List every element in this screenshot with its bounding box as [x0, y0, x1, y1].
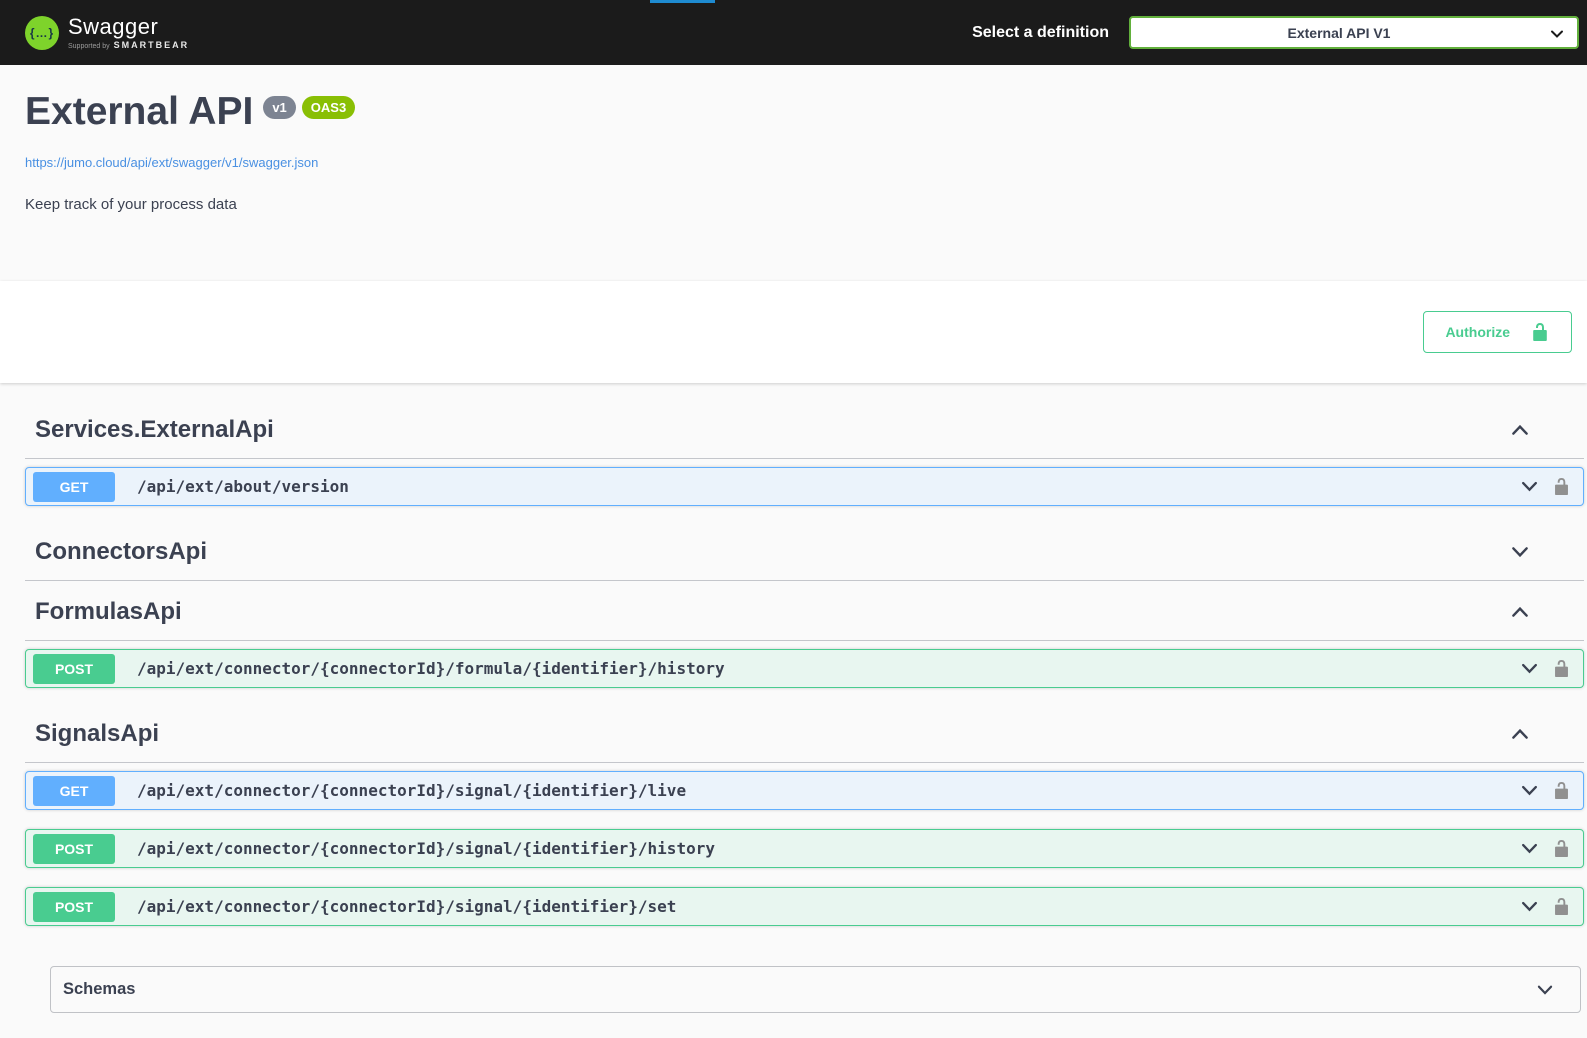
- schemas-section-header[interactable]: Schemas: [50, 966, 1581, 1013]
- unlocked-padlock-icon[interactable]: [1552, 781, 1571, 800]
- operation-row[interactable]: POST /api/ext/connector/{connectorId}/fo…: [25, 649, 1584, 688]
- unlocked-padlock-icon[interactable]: [1552, 897, 1571, 916]
- operation-path: /api/ext/connector/{connectorId}/signal/…: [137, 897, 1518, 916]
- tag-section: Services.ExternalApi GET /api/ext/about/…: [25, 403, 1584, 506]
- chevron-down-icon[interactable]: [1518, 895, 1541, 918]
- top-progress-strip: [650, 0, 715, 3]
- swagger-logo[interactable]: {…} Swagger Supported by SMARTBEAR: [25, 16, 189, 50]
- page-title: External API: [25, 91, 253, 134]
- api-description: Keep track of your process data: [25, 196, 1562, 213]
- operation-path: /api/ext/about/version: [137, 477, 1518, 496]
- operation-row[interactable]: GET /api/ext/connector/{connectorId}/sig…: [25, 771, 1584, 810]
- select-definition-label: Select a definition: [972, 24, 1109, 42]
- tag-section: FormulasApi POST /api/ext/connector/{con…: [25, 585, 1584, 688]
- chevron-up-icon[interactable]: [1508, 418, 1532, 442]
- operation-path: /api/ext/connector/{connectorId}/formula…: [137, 659, 1518, 678]
- authorize-button-label: Authorize: [1445, 324, 1510, 340]
- chevron-down-icon[interactable]: [1518, 475, 1541, 498]
- chevron-down-icon[interactable]: [1508, 540, 1532, 564]
- section-header-formulasapi[interactable]: FormulasApi: [25, 585, 1584, 641]
- chevron-down-icon[interactable]: [1518, 837, 1541, 860]
- section-header-connectorsapi[interactable]: ConnectorsApi: [25, 525, 1584, 581]
- definition-select[interactable]: External API V1: [1129, 16, 1579, 49]
- chevron-down-icon[interactable]: [1518, 657, 1541, 680]
- section-title: SignalsApi: [35, 719, 159, 749]
- spec-url-link[interactable]: https://jumo.cloud/api/ext/swagger/v1/sw…: [25, 155, 318, 170]
- smartbear-brand: SMARTBEAR: [114, 41, 190, 50]
- operation-row[interactable]: POST /api/ext/connector/{connectorId}/si…: [25, 887, 1584, 926]
- http-method-badge: GET: [33, 776, 115, 806]
- section-title: Services.ExternalApi: [35, 415, 274, 445]
- unlocked-padlock-icon[interactable]: [1552, 659, 1571, 678]
- chevron-down-icon: [1547, 24, 1567, 49]
- tag-section: SignalsApi GET /api/ext/connector/{conne…: [25, 707, 1584, 926]
- unlocked-padlock-icon[interactable]: [1552, 839, 1571, 858]
- schemas-title: Schemas: [63, 980, 135, 999]
- chevron-up-icon[interactable]: [1508, 722, 1532, 746]
- operation-path: /api/ext/connector/{connectorId}/signal/…: [137, 839, 1518, 858]
- unlocked-padlock-icon[interactable]: [1552, 477, 1571, 496]
- http-method-badge: POST: [33, 654, 115, 684]
- swagger-logo-icon: {…}: [25, 16, 59, 50]
- operation-row[interactable]: POST /api/ext/connector/{connectorId}/si…: [25, 829, 1584, 868]
- version-badge: v1: [263, 96, 295, 119]
- scheme-container: Authorize: [0, 281, 1587, 383]
- chevron-up-icon[interactable]: [1508, 600, 1532, 624]
- section-title: FormulasApi: [35, 597, 182, 627]
- operations-area: Services.ExternalApi GET /api/ext/about/…: [0, 383, 1587, 1013]
- operation-path: /api/ext/connector/{connectorId}/signal/…: [137, 781, 1518, 800]
- chevron-down-icon[interactable]: [1518, 779, 1541, 802]
- authorize-button[interactable]: Authorize: [1423, 311, 1572, 353]
- topbar: {…} Swagger Supported by SMARTBEAR Selec…: [0, 0, 1587, 65]
- tag-section: ConnectorsApi: [25, 525, 1584, 581]
- logo-braces-glyph: {…}: [30, 26, 54, 40]
- definition-selected-value: External API V1: [1288, 25, 1421, 41]
- chevron-down-icon[interactable]: [1534, 979, 1556, 1001]
- supported-by-label: Supported by: [68, 43, 110, 50]
- unlocked-padlock-icon: [1530, 322, 1550, 342]
- section-header-services-externalapi[interactable]: Services.ExternalApi: [25, 403, 1584, 459]
- section-header-signalsapi[interactable]: SignalsApi: [25, 707, 1584, 763]
- operation-row[interactable]: GET /api/ext/about/version: [25, 467, 1584, 506]
- section-title: ConnectorsApi: [35, 537, 207, 567]
- api-info-section: External API v1 OAS3 https://jumo.cloud/…: [0, 65, 1587, 281]
- http-method-badge: POST: [33, 892, 115, 922]
- http-method-badge: POST: [33, 834, 115, 864]
- brand-name: Swagger: [68, 16, 189, 38]
- http-method-badge: GET: [33, 472, 115, 502]
- oas3-badge: OAS3: [302, 96, 355, 119]
